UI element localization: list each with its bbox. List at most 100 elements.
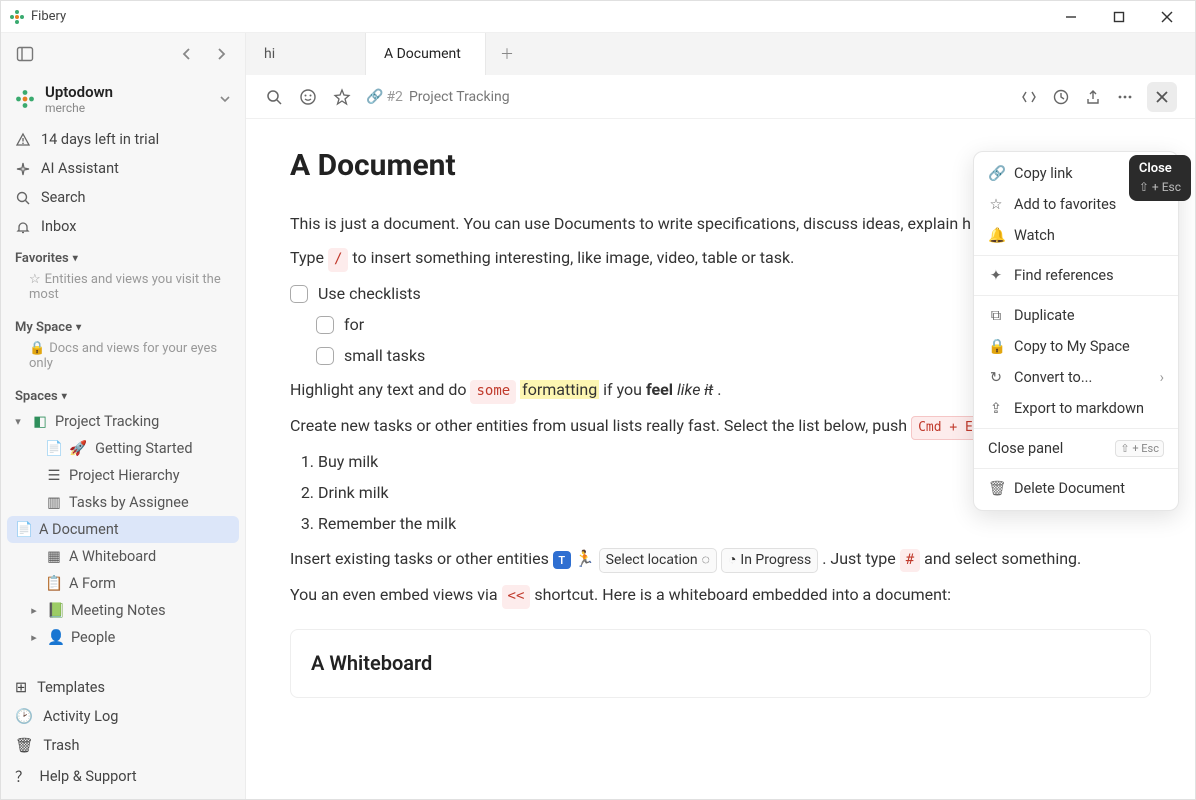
star-icon: ☆: [988, 196, 1004, 213]
entity-chip-location[interactable]: Select location ◌: [599, 548, 717, 574]
menu-separator: [974, 428, 1178, 429]
sidebar-item-label: Help & Support: [40, 768, 137, 785]
notes-icon: 📗: [47, 602, 65, 619]
lock-icon: 🔒: [988, 338, 1004, 355]
sidebar-item-search[interactable]: Search: [1, 183, 245, 212]
app-icon: [9, 9, 25, 25]
menu-find-references[interactable]: ✦Find references: [974, 260, 1178, 291]
menu-convert[interactable]: ↻Convert to...›: [974, 362, 1178, 393]
export-icon: ⇪: [988, 400, 1004, 417]
templates-icon: ⊞: [15, 679, 27, 696]
sidebar-item-ai[interactable]: AI Assistant: [1, 154, 245, 183]
entity-type-badge: T: [553, 551, 571, 569]
tab-hi[interactable]: hi: [246, 33, 366, 75]
paragraph[interactable]: You an even embed views via << shortcut.…: [290, 583, 1151, 609]
history-button[interactable]: [1051, 87, 1071, 107]
window-close-button[interactable]: [1147, 3, 1187, 31]
tree-item-meeting-notes[interactable]: ▸ 📗 Meeting Notes: [1, 597, 245, 624]
menu-duplicate[interactable]: ⧉Duplicate: [974, 300, 1178, 331]
tree-item-project-hierarchy[interactable]: ☰ Project Hierarchy: [1, 462, 245, 489]
search-icon: [15, 190, 31, 206]
tree-label: A Form: [69, 575, 116, 592]
checkbox[interactable]: [316, 347, 334, 365]
menu-watch[interactable]: 🔔Watch: [974, 220, 1178, 251]
checkbox[interactable]: [290, 285, 308, 303]
document-context-menu: 🔗Copy link ☆Add to favorites 🔔Watch ✦Fin…: [973, 151, 1179, 511]
caret-right-icon[interactable]: ▸: [27, 604, 41, 617]
menu-separator: [974, 255, 1178, 256]
window-minimize-button[interactable]: [1051, 3, 1091, 31]
add-tab-button[interactable]: ＋: [486, 33, 528, 75]
sidebar-item-activity-log[interactable]: 🕑 Activity Log: [1, 702, 245, 731]
sidebar-item-help[interactable]: ？ Help & Support: [1, 760, 245, 793]
favorites-header[interactable]: Favorites ▾: [1, 241, 245, 270]
checklist-label: Use checklists: [318, 282, 421, 307]
expand-button[interactable]: [1019, 87, 1039, 107]
sidebar-item-label: Search: [41, 189, 86, 206]
document-toolbar: 🔗 #2 Project Tracking: [246, 75, 1195, 119]
menu-export-markdown[interactable]: ⇪Export to markdown: [974, 393, 1178, 424]
menu-separator: [974, 295, 1178, 296]
sidebar-item-trash[interactable]: 🗑 Trash: [1, 731, 245, 760]
tree-item-a-form[interactable]: 📋 A Form: [1, 570, 245, 597]
menu-delete-document[interactable]: 🗑Delete Document: [974, 473, 1178, 504]
tree-item-project-tracking[interactable]: ▾ ◧ Project Tracking: [1, 408, 245, 435]
whiteboard-embed[interactable]: A Whiteboard: [290, 629, 1151, 698]
window-maximize-button[interactable]: [1099, 3, 1139, 31]
checklist-label: for: [344, 313, 364, 338]
menu-copy-to-space[interactable]: 🔒Copy to My Space: [974, 331, 1178, 362]
checkbox[interactable]: [316, 316, 334, 334]
tree-item-a-document[interactable]: 📄 A Document: [7, 516, 239, 543]
emoji-button[interactable]: [298, 87, 318, 107]
tab-a-document[interactable]: A Document: [366, 33, 486, 75]
tree-item-people[interactable]: ▸ 👤 People: [1, 624, 245, 651]
caret-down-icon[interactable]: ▾: [11, 415, 25, 428]
tree-item-a-whiteboard[interactable]: ▦ A Whiteboard: [1, 543, 245, 570]
tree-item-getting-started[interactable]: 📄 🚀 Getting Started: [1, 435, 245, 462]
link-icon: 🔗: [988, 165, 1004, 182]
list-item[interactable]: Remember the milk: [318, 512, 1151, 537]
kbd-hint: ⇧ + Esc: [1115, 440, 1164, 457]
breadcrumb[interactable]: 🔗 #2 Project Tracking: [366, 89, 510, 105]
entity-chip-status[interactable]: ◔ In Progress: [721, 548, 818, 574]
sidebar-item-label: Templates: [37, 679, 105, 696]
trash-icon: 🗑: [988, 480, 1004, 497]
panel-toggle-icon[interactable]: [13, 42, 37, 66]
form-icon: 📋: [45, 575, 63, 592]
share-button[interactable]: [1083, 87, 1103, 107]
favorite-button[interactable]: [332, 87, 352, 107]
sidebar-item-inbox[interactable]: Inbox: [1, 212, 245, 241]
search-in-doc-button[interactable]: [264, 87, 284, 107]
spinner-icon: ◌: [702, 550, 710, 572]
spaces-header[interactable]: Spaces ▾: [1, 379, 245, 408]
paragraph[interactable]: Insert existing tasks or other entities …: [290, 547, 1151, 574]
trial-label: 14 days left in trial: [41, 131, 159, 148]
sidebar-item-templates[interactable]: ⊞ Templates: [1, 673, 245, 702]
clock-icon: 🕑: [15, 708, 33, 725]
more-button[interactable]: [1115, 87, 1135, 107]
trial-notice[interactable]: 14 days left in trial: [1, 125, 245, 154]
tree-label: A Whiteboard: [69, 548, 156, 565]
workspace-icon: [15, 89, 35, 109]
slash-key: /: [328, 248, 348, 272]
space-icon: ◧: [31, 413, 49, 430]
workspace-switcher[interactable]: Uptodown merche: [1, 75, 245, 125]
menu-close-panel[interactable]: Close panel⇧ + Esc: [974, 433, 1178, 464]
doc-icon: 📄: [15, 521, 33, 538]
close-panel-button[interactable]: [1147, 82, 1177, 112]
warning-icon: [15, 132, 31, 148]
tree-item-tasks-by-assignee[interactable]: ▥ Tasks by Assignee: [1, 489, 245, 516]
workspace-name: Uptodown: [45, 83, 209, 101]
caret-right-icon[interactable]: ▸: [27, 631, 41, 644]
strike-text: it: [704, 380, 713, 399]
board-icon: ▥: [45, 494, 63, 511]
star-icon: ☆: [29, 272, 41, 287]
tree-label: Project Hierarchy: [69, 467, 180, 484]
myspace-header[interactable]: My Space ▾: [1, 310, 245, 339]
nav-back-button[interactable]: [175, 42, 199, 66]
sidebar-item-label: Trash: [43, 737, 79, 754]
sidebar-item-label: Inbox: [41, 218, 76, 235]
link-chip: 🔗 #2: [366, 89, 403, 105]
breadcrumb-label: Project Tracking: [409, 89, 510, 105]
nav-forward-button[interactable]: [209, 42, 233, 66]
